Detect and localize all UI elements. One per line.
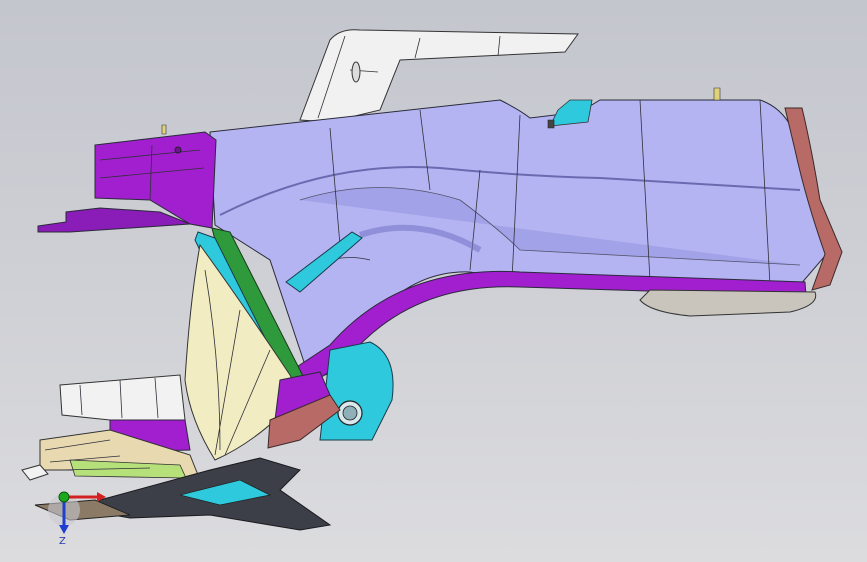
top-cyan-notch[interactable] — [549, 99, 593, 127]
z-axis-label: Z — [59, 536, 66, 547]
left-purple-bracket[interactable] — [37, 131, 217, 233]
z-axis-arrowhead — [59, 525, 69, 534]
main-body-panel[interactable] — [209, 99, 831, 381]
y-axis-dot — [58, 491, 70, 503]
bottom-trim-plate[interactable] — [639, 289, 817, 317]
cad-graphics-viewport[interactable]: Z — [0, 0, 867, 562]
front-assembly[interactable] — [21, 374, 201, 481]
3d-model-view[interactable]: Z — [0, 0, 867, 562]
